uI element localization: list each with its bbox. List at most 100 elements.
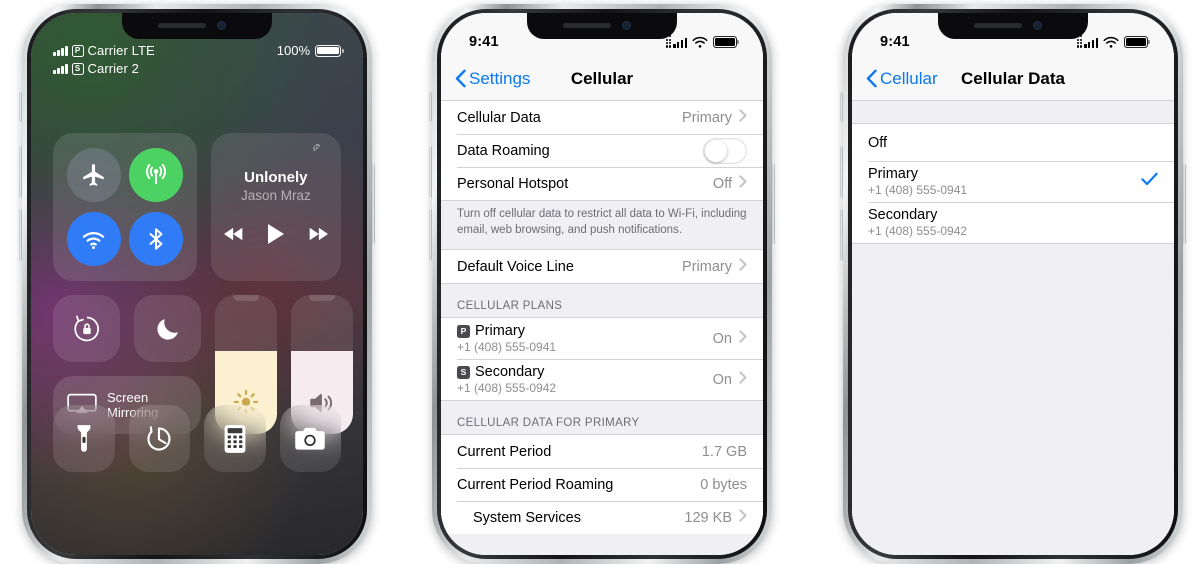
power-button[interactable] — [372, 164, 375, 244]
volume-up-button[interactable] — [19, 146, 22, 198]
timer-icon — [147, 425, 171, 451]
phone-screen-2: 9:41 Settings Cellular Cellular Data Pri… — [441, 13, 763, 555]
media-title: Unlonely — [244, 169, 308, 186]
dual-sim-signal-icon — [1076, 35, 1098, 48]
row-label: Data Roaming — [457, 142, 550, 159]
row-label: Current Period — [457, 443, 552, 460]
row-main: P Primary +1 (408) 555-0941 — [457, 318, 713, 359]
row-subtitle: +1 (408) 555-0942 — [457, 381, 557, 396]
settings-list-2: Cellular Data Primary Data Roaming Perso… — [441, 101, 763, 555]
connectivity-tile[interactable] — [53, 133, 197, 281]
cc-toggle-pair — [53, 295, 201, 362]
data-roaming-toggle[interactable] — [703, 137, 747, 164]
row-cellular-data[interactable]: Cellular Data Primary — [441, 101, 763, 134]
notch — [122, 13, 272, 39]
chevron-right-icon — [739, 257, 747, 276]
battery-percent-label: 100% — [276, 43, 310, 58]
row-default-voice-line[interactable]: Default Voice Line Primary — [441, 250, 763, 284]
row-label: Personal Hotspot — [457, 175, 569, 192]
row-data-roaming[interactable]: Data Roaming — [441, 134, 763, 167]
airplay-icon[interactable] — [313, 143, 329, 164]
row-subtitle: +1 (408) 555-0942 — [868, 224, 968, 238]
row-value: Primary — [682, 258, 732, 275]
play-icon[interactable] — [266, 223, 286, 245]
volume-down-button[interactable] — [19, 209, 22, 261]
wifi-status-icon — [692, 36, 708, 48]
signal-bars-icon — [53, 45, 68, 56]
option-off[interactable]: Off — [852, 124, 1174, 161]
list-top-spacer — [852, 101, 1174, 123]
rewind-icon[interactable] — [223, 226, 244, 242]
cellular-data-button[interactable] — [128, 148, 183, 202]
wifi-button[interactable] — [66, 212, 121, 266]
row-plan-secondary[interactable]: S Secondary +1 (408) 555-0942 On — [441, 359, 763, 401]
flashlight-icon — [77, 424, 91, 452]
mute-switch[interactable] — [19, 92, 22, 122]
row-label-with-badge: P Primary — [457, 323, 713, 339]
phone-bezel: P Carrier LTE S Carrier 2 100% Unlonely … — [27, 9, 367, 559]
notch-3 — [938, 13, 1088, 39]
row-value: On — [712, 371, 732, 388]
navigation-bar-2: Settings Cellular — [441, 57, 763, 101]
phone-device-control-center: P Carrier LTE S Carrier 2 100% Unlonely … — [19, 4, 375, 564]
back-button-settings[interactable]: Settings — [455, 69, 530, 89]
settings-group-data: Cellular Data Primary Data Roaming Perso… — [441, 101, 763, 201]
option-primary[interactable]: Primary +1 (408) 555-0941 — [852, 161, 1174, 202]
sim-badge-primary-icon: P — [71, 44, 84, 57]
now-playing-tile[interactable]: Unlonely Jason Mraz — [210, 133, 341, 281]
row-personal-hotspot[interactable]: Personal Hotspot Off — [441, 167, 763, 200]
chevron-right-icon — [739, 329, 747, 348]
camera-button[interactable] — [279, 405, 341, 472]
volume-down-button-3[interactable] — [840, 209, 843, 261]
status-icons — [1076, 35, 1151, 49]
row-subtitle: +1 (408) 555-0941 — [868, 183, 968, 197]
carrier-line-primary: P Carrier LTE — [53, 43, 155, 58]
chevron-right-icon — [739, 370, 747, 389]
back-button-cellular[interactable]: Cellular — [866, 69, 938, 89]
airplane-mode-button[interactable] — [66, 148, 121, 202]
flashlight-button[interactable] — [53, 405, 115, 472]
power-button-3[interactable] — [1183, 164, 1186, 244]
volume-down-button-2[interactable] — [429, 209, 432, 261]
camera-icon — [295, 427, 326, 450]
earpiece-speaker — [158, 23, 206, 28]
rotation-lock-button[interactable] — [53, 295, 120, 362]
battery-icon — [315, 44, 344, 57]
mute-switch-2[interactable] — [429, 92, 432, 122]
timer-button[interactable] — [128, 405, 190, 472]
cellular-data-picker-screen: 9:41 Cellular Cellular Data Off Primary … — [852, 13, 1174, 555]
row-plan-primary[interactable]: P Primary +1 (408) 555-0941 On — [441, 318, 763, 360]
mute-switch-3[interactable] — [840, 92, 843, 122]
control-center-grid: Unlonely Jason Mraz Screen Mirroring — [53, 133, 353, 448]
earpiece-speaker-2 — [563, 23, 611, 28]
section-header-cellular-data-for-primary: CELLULAR DATA FOR PRIMARY — [457, 417, 640, 430]
do-not-disturb-button[interactable] — [134, 295, 201, 362]
screenshot-stage: P Carrier LTE S Carrier 2 100% Unlonely … — [0, 0, 1200, 564]
row-label: Primary — [868, 166, 918, 182]
signal-bars-icon-2 — [673, 37, 687, 48]
chevron-left-icon — [866, 69, 877, 88]
power-button-2[interactable] — [772, 164, 775, 244]
fast-forward-icon[interactable] — [308, 226, 328, 242]
notch-2 — [527, 13, 677, 39]
wifi-status-icon — [1103, 36, 1119, 48]
calculator-button[interactable] — [204, 405, 266, 472]
control-center-panel: P Carrier LTE S Carrier 2 100% Unlonely … — [31, 13, 363, 555]
row-value: On — [712, 330, 732, 347]
row-label: System Services — [473, 509, 581, 526]
settings-group-usage: Current Period 1.7 GB Current Period Roa… — [441, 434, 763, 535]
cc-shortcut-row — [53, 405, 341, 472]
row-label: Cellular Data — [457, 109, 541, 126]
option-secondary[interactable]: Secondary +1 (408) 555-0942 — [852, 202, 1174, 243]
row-system-services[interactable]: System Services 129 KB — [441, 501, 763, 535]
cc-row-top: Unlonely Jason Mraz — [53, 133, 341, 281]
volume-up-button-3[interactable] — [840, 146, 843, 198]
volume-slider-handle[interactable] — [309, 295, 335, 301]
bluetooth-button[interactable] — [128, 212, 183, 266]
brightness-slider-handle[interactable] — [233, 295, 259, 301]
front-camera-3 — [1033, 21, 1042, 30]
section-header-cellular-plans: CELLULAR PLANS — [457, 300, 563, 313]
volume-up-button-2[interactable] — [429, 146, 432, 198]
row-current-period-roaming: Current Period Roaming 0 bytes — [441, 468, 763, 502]
rotation-lock-icon — [73, 315, 99, 341]
